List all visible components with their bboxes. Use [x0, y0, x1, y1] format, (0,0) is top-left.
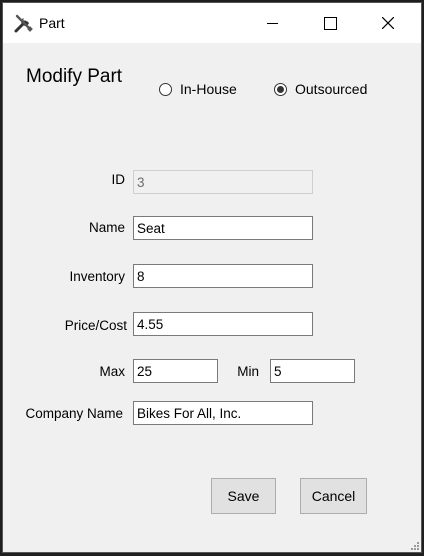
- window-title: Part: [39, 15, 65, 31]
- tools-icon: [14, 14, 33, 33]
- company-name-label: Company Name: [25, 406, 123, 421]
- maximize-icon: [323, 16, 337, 30]
- close-button[interactable]: [359, 3, 417, 43]
- maximize-button[interactable]: [301, 3, 359, 43]
- company-name-field[interactable]: [133, 401, 313, 425]
- cancel-button[interactable]: Cancel: [300, 478, 367, 514]
- inventory-label: Inventory: [69, 269, 125, 284]
- min-label: Min: [237, 364, 259, 379]
- id-field[interactable]: [133, 170, 313, 194]
- resize-grip-icon[interactable]: [409, 540, 419, 550]
- outsourced-radio-label: Outsourced: [295, 81, 368, 97]
- minimize-button[interactable]: [243, 3, 301, 43]
- in-house-radio[interactable]: In-House: [159, 81, 237, 97]
- in-house-radio-label: In-House: [180, 81, 237, 97]
- outsourced-radio-circle[interactable]: [274, 82, 287, 96]
- close-icon: [382, 17, 394, 29]
- minimize-icon: [266, 22, 278, 24]
- form-heading: Modify Part: [26, 66, 123, 87]
- name-label: Name: [88, 220, 125, 235]
- in-house-radio-circle[interactable]: [159, 82, 172, 96]
- min-field[interactable]: [270, 359, 355, 383]
- max-label: Max: [99, 364, 125, 379]
- save-button[interactable]: Save: [211, 478, 276, 514]
- max-field[interactable]: [133, 359, 218, 383]
- name-field[interactable]: [133, 216, 313, 240]
- price-cost-label: Price/Cost: [64, 318, 127, 333]
- id-label: ID: [111, 172, 126, 187]
- outsourced-radio[interactable]: Outsourced: [274, 81, 367, 97]
- price-cost-field[interactable]: [133, 312, 313, 336]
- inventory-field[interactable]: [133, 264, 313, 288]
- modify-part-window: Part Modify Part In-House Outsourced ID …: [2, 2, 422, 553]
- title-bar[interactable]: Part: [3, 3, 421, 43]
